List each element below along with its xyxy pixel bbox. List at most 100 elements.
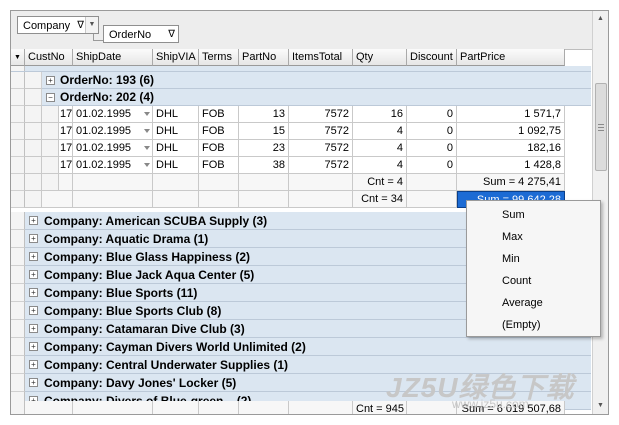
cell-partno[interactable]: 38 <box>239 157 289 174</box>
column-header-custno[interactable]: CustNo <box>25 49 73 66</box>
footer-cell <box>25 401 73 414</box>
group-chip-orderno[interactable]: OrderNo ∇ <box>103 25 179 43</box>
cell-shipvia[interactable]: DHL <box>153 157 199 174</box>
cell-value: 15 <box>272 125 285 137</box>
cell-itemstotal[interactable]: 7572 <box>289 123 353 140</box>
expand-icon[interactable]: + <box>29 360 38 369</box>
cell-shipdate[interactable]: 01.02.1995 <box>73 123 153 140</box>
chevron-down-icon[interactable] <box>144 163 150 167</box>
filter-icon[interactable]: ∇ <box>168 26 175 44</box>
cell-custno[interactable]: 17 <box>59 123 73 140</box>
cell-shipvia[interactable]: DHL <box>153 123 199 140</box>
scroll-thumb[interactable] <box>595 83 607 171</box>
cell-custno[interactable]: 17 <box>59 157 73 174</box>
row-indicator <box>11 284 25 302</box>
chevron-down-icon[interactable] <box>144 112 150 116</box>
cell-custno[interactable]: 17 <box>59 106 73 123</box>
table-row[interactable]: 17 01.02.1995 DHL FOB 23 7572 4 0 182,16 <box>11 140 591 157</box>
indent-cell <box>25 191 42 208</box>
filter-icon[interactable]: ∇ <box>77 17 84 35</box>
menu-item-sum[interactable]: Sum <box>502 204 525 226</box>
chevron-down-icon[interactable] <box>144 146 150 150</box>
footer-cell <box>199 191 239 208</box>
column-header-itemstotal[interactable]: ItemsTotal <box>289 49 353 66</box>
footer-price-sum[interactable]: Sum = 4 275,41 <box>457 174 565 191</box>
cell-partprice[interactable]: 1 571,7 <box>457 106 565 123</box>
expand-icon[interactable]: + <box>29 216 38 225</box>
cell-shipdate[interactable]: 01.02.1995 <box>73 157 153 174</box>
cell-discount[interactable]: 0 <box>407 157 457 174</box>
menu-item-empty[interactable]: (Empty) <box>502 314 541 336</box>
cell-qty[interactable]: 16 <box>353 106 407 123</box>
cell-shipvia[interactable]: DHL <box>153 140 199 157</box>
cell-shipdate[interactable]: 01.02.1995 <box>73 106 153 123</box>
cell-value: 16 <box>390 108 403 120</box>
cell-itemstotal[interactable]: 7572 <box>289 106 353 123</box>
cell-discount[interactable]: 0 <box>407 140 457 157</box>
cell-value: 01.02.1995 <box>76 159 132 171</box>
column-header-shipvia[interactable]: ShipVIA <box>153 49 199 66</box>
cell-shipdate[interactable]: 01.02.1995 <box>73 140 153 157</box>
menu-item-max[interactable]: Max <box>502 226 523 248</box>
cell-partno[interactable]: 15 <box>239 123 289 140</box>
scroll-down-icon[interactable]: ▼ <box>593 398 608 414</box>
expand-icon[interactable]: + <box>29 306 38 315</box>
cell-partprice[interactable]: 1 428,8 <box>457 157 565 174</box>
scroll-up-icon[interactable]: ▲ <box>593 11 608 27</box>
table-row[interactable]: 17 01.02.1995 DHL FOB 15 7572 4 0 1 092,75 <box>11 123 591 140</box>
menu-item-count[interactable]: Count <box>502 270 531 292</box>
cell-partno[interactable]: 23 <box>239 140 289 157</box>
table-row[interactable]: 17 01.02.1995 DHL FOB 13 7572 16 0 1 571,7 <box>11 106 591 123</box>
order-group-row[interactable]: − OrderNo: 202 (4) <box>11 89 591 106</box>
row-indicator <box>11 212 25 230</box>
group-chip-company[interactable]: Company ∇ ▼ <box>17 16 99 34</box>
order-group-row[interactable]: + OrderNo: 193 (6) <box>11 72 591 89</box>
column-header-partno[interactable]: PartNo <box>239 49 289 66</box>
cell-itemstotal[interactable]: 7572 <box>289 157 353 174</box>
column-header-discount[interactable]: Discount <box>407 49 457 66</box>
expand-icon[interactable]: + <box>29 234 38 243</box>
cell-terms[interactable]: FOB <box>199 123 239 140</box>
expand-icon[interactable]: + <box>29 342 38 351</box>
cell-value: FOB <box>202 159 225 171</box>
cell-terms[interactable]: FOB <box>199 157 239 174</box>
cell-value: FOB <box>202 108 225 120</box>
column-header-shipdate[interactable]: ShipDate <box>73 49 153 66</box>
cell-shipvia[interactable]: DHL <box>153 106 199 123</box>
cell-partprice[interactable]: 182,16 <box>457 140 565 157</box>
header-menu-icon[interactable]: ▼ <box>11 49 25 66</box>
expand-icon[interactable]: + <box>46 76 55 85</box>
expand-icon[interactable]: + <box>29 378 38 387</box>
expand-icon[interactable]: + <box>29 288 38 297</box>
collapse-icon[interactable]: − <box>46 93 55 102</box>
expand-icon[interactable]: + <box>29 324 38 333</box>
table-row[interactable]: 17 01.02.1995 DHL FOB 38 7572 4 0 1 428,8 <box>11 157 591 174</box>
cell-value: 1 428,8 <box>524 159 561 171</box>
expand-icon[interactable]: + <box>29 252 38 261</box>
column-header-qty[interactable]: Qty <box>353 49 407 66</box>
footer-qty-count[interactable]: Cnt = 34 <box>353 191 407 208</box>
cell-qty[interactable]: 4 <box>353 157 407 174</box>
cell-discount[interactable]: 0 <box>407 123 457 140</box>
expand-icon[interactable]: + <box>29 270 38 279</box>
chevron-down-icon[interactable] <box>144 129 150 133</box>
company-group-row[interactable]: + Company: Cayman Divers World Unlimited … <box>11 338 591 356</box>
cell-qty[interactable]: 4 <box>353 123 407 140</box>
cell-discount[interactable]: 0 <box>407 106 457 123</box>
cell-custno[interactable]: 17 <box>59 140 73 157</box>
cell-qty[interactable]: 4 <box>353 140 407 157</box>
chevron-down-icon[interactable]: ▼ <box>85 17 98 33</box>
footer-qty-count[interactable]: Cnt = 4 <box>353 174 407 191</box>
cell-itemstotal[interactable]: 7572 <box>289 140 353 157</box>
menu-item-min[interactable]: Min <box>502 248 520 270</box>
order-footer-row: Cnt = 4 Sum = 4 275,41 <box>11 174 591 191</box>
cell-terms[interactable]: FOB <box>199 106 239 123</box>
group-chip-label: Company <box>23 20 71 32</box>
column-header-terms[interactable]: Terms <box>199 49 239 66</box>
menu-item-average[interactable]: Average <box>502 292 543 314</box>
cell-partprice[interactable]: 1 092,75 <box>457 123 565 140</box>
cell-partno[interactable]: 13 <box>239 106 289 123</box>
cell-terms[interactable]: FOB <box>199 140 239 157</box>
cell-value: 17 <box>60 159 73 171</box>
column-header-partprice[interactable]: PartPrice <box>457 49 565 66</box>
